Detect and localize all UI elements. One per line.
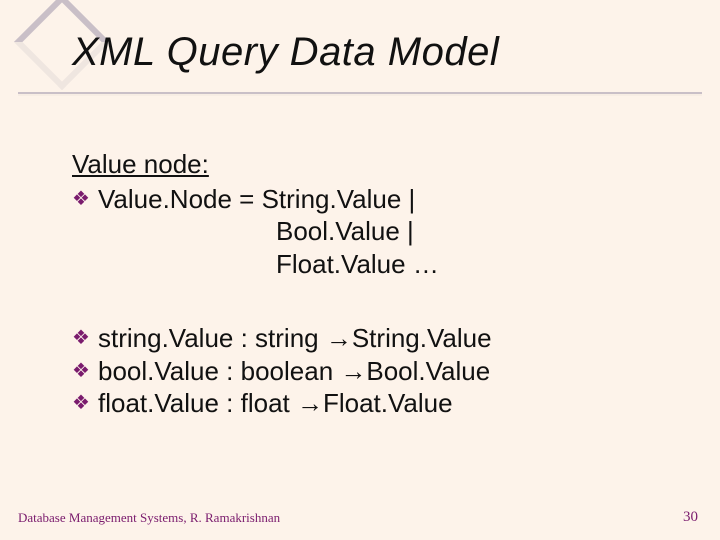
bullet-icon: ❖ [72,183,98,215]
bullet-icon: ❖ [72,387,98,419]
bullet-continuation: Bool.Value | [98,215,680,248]
bullet-continuation: Float.Value … [98,248,680,281]
bullet-item: ❖ float.Value : float →Float.Value [72,387,680,420]
bullet-text: bool.Value : boolean →Bool.Value [98,355,490,388]
slide: XML Query Data Model Value node: ❖ Value… [0,0,720,540]
slide-body: Value node: ❖ Value.Node = String.Value … [72,148,680,420]
bullet-icon: ❖ [72,355,98,387]
bullet-text: Value.Node = String.Value | [98,183,415,216]
slide-title: XML Query Data Model [72,30,499,75]
footer-text: Database Management Systems, R. Ramakris… [18,510,280,526]
bullet-item: ❖ bool.Value : boolean →Bool.Value [72,355,680,388]
bullet-item: ❖ string.Value : string →String.Value [72,322,680,355]
bullet-item: ❖ Value.Node = String.Value | [72,183,680,216]
bullet-icon: ❖ [72,322,98,354]
section-heading: Value node: [72,148,680,181]
bullet-group: ❖ string.Value : string →String.Value ❖ … [72,322,680,420]
bullet-text: float.Value : float →Float.Value [98,387,453,420]
bullet-text: string.Value : string →String.Value [98,322,492,355]
title-divider [18,92,702,96]
page-number: 30 [683,509,698,526]
